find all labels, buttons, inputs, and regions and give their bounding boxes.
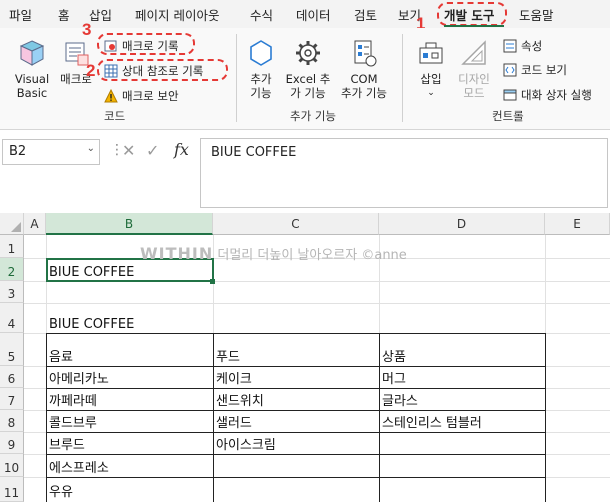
column-header-e[interactable]: E [545,213,610,235]
worksheet-grid[interactable]: A B C D E 1 2 3 4 5 6 7 8 9 10 11 WITHIN… [0,213,610,502]
design-mode-button[interactable]: 디자인 모드 [454,38,494,100]
column-header-a[interactable]: A [24,213,46,235]
insert-control-button[interactable]: 삽입 ⌄ [412,38,450,100]
row-header-4[interactable]: 4 [0,303,24,333]
row-header-9[interactable]: 9 [0,432,24,454]
code-group-label: 코드 [104,109,126,123]
warning-icon [104,89,118,103]
ribbon-separator [402,34,403,122]
row-header-10[interactable]: 10 [0,454,24,477]
cell-c9[interactable]: 아이스크림 [213,432,379,454]
cell-b11[interactable]: 우유 [46,477,213,501]
addins-label: 추가 기능 [250,72,272,100]
step-number-3: 3 [82,20,92,39]
highlight-relative-reference [97,59,228,81]
column-header-d[interactable]: D [379,213,545,235]
visual-basic-label: Visual Basic [14,72,50,100]
enter-icon[interactable]: ✓ [146,141,159,160]
cell-b5[interactable]: 음료 [46,333,213,366]
tab-home[interactable]: 홈 [58,5,70,24]
design-mode-label: 디자인 모드 [458,72,490,100]
controls-group-label: 컨트롤 [492,109,524,123]
name-box[interactable]: B2 ⌄ [2,139,100,165]
corner-triangle-icon [11,222,21,232]
active-tab-underline [444,25,504,27]
tab-data[interactable]: 데이터 [296,5,331,24]
run-dialog-button[interactable]: 대화 상자 실행 [503,86,592,104]
addins-button[interactable]: 추가 기능 [242,38,280,100]
formula-value: BIUE COFFEE [211,145,297,160]
cell-c7[interactable]: 샌드위치 [213,388,379,410]
highlight-record-macro [97,33,195,55]
ribbon-separator [236,34,237,122]
column-header-b[interactable]: B [46,213,213,235]
highlight-developer-tab [437,2,507,26]
com-addins-button[interactable]: COM 추가 기능 [336,38,392,100]
com-addins-label: COM 추가 기능 [341,72,387,100]
name-box-value: B2 [9,144,27,159]
macro-security-button[interactable]: 매크로 보안 [104,87,179,105]
watermark-text: 더멀리 더높이 날아오르자 ©anne [217,248,407,263]
hexagon-icon [246,38,276,68]
column-header-c[interactable]: C [213,213,379,235]
gear-icon [293,38,323,68]
dialog-icon [503,89,517,101]
properties-icon [503,39,517,53]
row-header-5[interactable]: 5 [0,333,24,366]
cell-d8[interactable]: 스테인리스 텀블러 [379,410,545,432]
row-header-2[interactable]: 2 [0,258,24,281]
visual-basic-button[interactable]: Visual Basic [10,38,54,100]
tab-formulas[interactable]: 수식 [250,5,273,24]
excel-addins-button[interactable]: Excel 추 가 기능 [282,38,334,100]
row-header-11[interactable]: 11 [0,477,24,502]
run-dialog-label: 대화 상자 실행 [521,88,592,102]
row-header-8[interactable]: 8 [0,410,24,432]
toolbox-icon [416,38,446,68]
tab-review[interactable]: 검토 [354,5,377,24]
row-header-3[interactable]: 3 [0,281,24,303]
tab-help[interactable]: 도움말 [519,5,554,24]
view-code-icon [503,63,517,77]
chevron-down-icon[interactable]: ⌄ [87,143,95,154]
cell-b10[interactable]: 에스프레소 [46,454,213,477]
cell-b8[interactable]: 콜드브루 [46,410,213,432]
cell-b6[interactable]: 아메리카노 [46,366,213,388]
cell-b7[interactable]: 까페라떼 [46,388,213,410]
cell-d5[interactable]: 상품 [379,333,545,366]
com-addins-icon [349,38,379,68]
cell-b4[interactable]: BIUE COFFEE [46,303,213,333]
formula-bar-area: B2 ⌄ ⋮ ✕ ✓ fx BIUE COFFEE [0,130,610,210]
visual-basic-icon [17,38,47,68]
cell-d6[interactable]: 머그 [379,366,545,388]
excel-addins-label: Excel 추 가 기능 [285,72,331,100]
formula-buttons: ✕ ✓ fx [118,139,198,165]
properties-button[interactable]: 속성 [503,37,542,55]
cell-c8[interactable]: 샐러드 [213,410,379,432]
addins-group-label: 추가 기능 [290,109,336,123]
view-code-label: 코드 보기 [521,63,567,77]
tab-file[interactable]: 파일 [9,5,32,24]
cell-b2[interactable]: BIUE COFFEE [46,258,213,281]
row-header-1[interactable]: 1 [0,235,24,258]
row-header-6[interactable]: 6 [0,366,24,388]
insert-function-icon[interactable]: fx [174,140,189,159]
cell-b9[interactable]: 브루드 [46,432,213,454]
macro-security-label: 매크로 보안 [122,89,179,103]
cancel-icon[interactable]: ✕ [122,141,135,160]
step-number-2: 2 [86,61,96,80]
ribbon-tab-bar: 파일 홈 삽입 페이지 레이아웃 수식 데이터 검토 보기 개발 도구 도움말 [0,0,610,28]
cell-c6[interactable]: 케이크 [213,366,379,388]
insert-control-label: 삽입 [420,72,442,86]
properties-label: 속성 [521,39,543,53]
select-all-corner[interactable] [0,213,24,235]
cell-c5[interactable]: 푸드 [213,333,379,366]
view-code-button[interactable]: 코드 보기 [503,61,567,79]
tab-insert[interactable]: 삽입 [89,5,112,24]
ruler-triangle-icon [459,38,489,68]
chevron-down-icon: ⌄ [427,88,435,98]
cell-d7[interactable]: 글라스 [379,388,545,410]
tab-page-layout[interactable]: 페이지 레이아웃 [135,5,219,24]
row-header-7[interactable]: 7 [0,388,24,410]
formula-input[interactable]: BIUE COFFEE [200,138,608,208]
